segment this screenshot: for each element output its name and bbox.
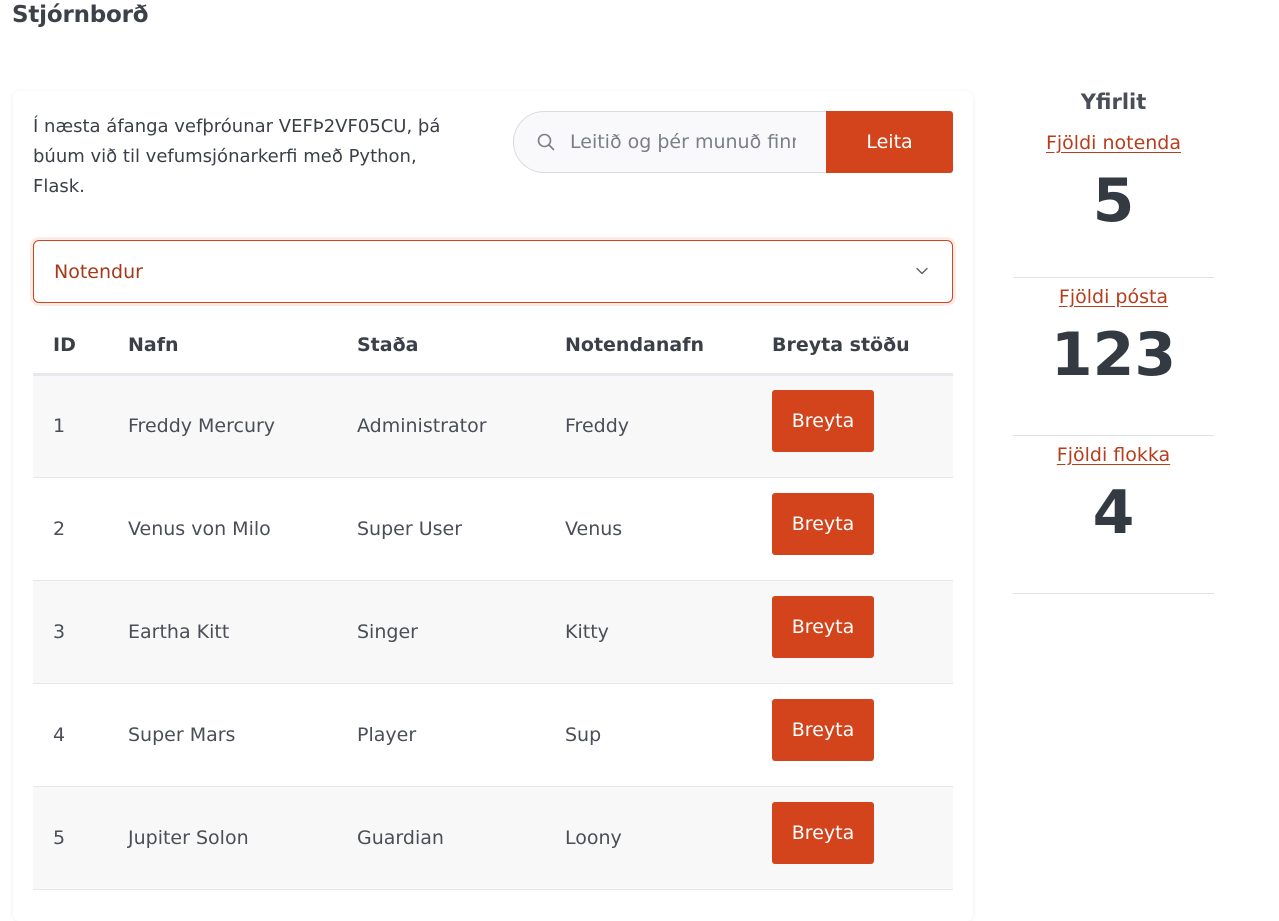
cell-id: 2 bbox=[33, 477, 108, 581]
change-status-button[interactable]: Breyta bbox=[772, 492, 874, 555]
change-status-button[interactable]: Breyta bbox=[772, 595, 874, 658]
cell-action: Breyta bbox=[752, 786, 953, 890]
overview-panel: Yfirlit Fjöldi notenda 5 Fjöldi pósta 12… bbox=[1013, 88, 1214, 594]
stat-categories-value: 4 bbox=[1092, 478, 1135, 548]
cell-status: Super User bbox=[337, 477, 545, 581]
search-icon bbox=[537, 133, 555, 151]
cell-username: Venus bbox=[545, 477, 752, 581]
stat-users-value: 5 bbox=[1092, 166, 1135, 236]
table-header-row: ID Nafn Staða Notendanafn Breyta stöðu bbox=[33, 318, 953, 376]
cell-username: Freddy bbox=[545, 374, 752, 478]
cell-username: Sup bbox=[545, 683, 752, 787]
main-card: Í næsta áfanga vefþróunar VEFÞ2VF05CU, þ… bbox=[13, 91, 973, 921]
users-table: ID Nafn Staða Notendanafn Breyta stöðu 1… bbox=[33, 318, 953, 890]
chevron-down-icon bbox=[916, 267, 928, 275]
change-status-button[interactable]: Breyta bbox=[772, 390, 874, 452]
header-status: Staða bbox=[337, 318, 545, 376]
cell-status: Player bbox=[337, 683, 545, 787]
cell-status: Guardian bbox=[337, 786, 545, 890]
cell-name: Jupiter Solon bbox=[108, 786, 337, 890]
header-id: ID bbox=[33, 318, 108, 376]
search-button[interactable]: Leita bbox=[826, 111, 953, 173]
table-row: 5 Jupiter Solon Guardian Loony Breyta bbox=[33, 786, 953, 890]
cell-action: Breyta bbox=[752, 683, 953, 787]
search-input[interactable] bbox=[568, 130, 798, 154]
cell-name: Eartha Kitt bbox=[108, 580, 337, 684]
stat-posts-value: 123 bbox=[1050, 320, 1177, 390]
overview-title: Yfirlit bbox=[1080, 90, 1147, 114]
table-row: 1 Freddy Mercury Administrator Freddy Br… bbox=[33, 374, 953, 478]
stat-posts-link[interactable]: Fjöldi pósta bbox=[1059, 286, 1168, 308]
cell-id: 3 bbox=[33, 580, 108, 684]
cell-action: Breyta bbox=[752, 580, 953, 684]
cell-name: Venus von Milo bbox=[108, 477, 337, 581]
cell-name: Super Mars bbox=[108, 683, 337, 787]
cell-status: Administrator bbox=[337, 374, 545, 478]
cell-action: Breyta bbox=[752, 477, 953, 581]
table-row: 2 Venus von Milo Super User Venus Breyta bbox=[33, 477, 953, 581]
stat-users: Fjöldi notenda 5 bbox=[1013, 128, 1214, 278]
cell-id: 1 bbox=[33, 374, 108, 478]
change-status-button[interactable]: Breyta bbox=[772, 698, 874, 761]
intro-text: Í næsta áfanga vefþróunar VEFÞ2VF05CU, þ… bbox=[33, 116, 441, 197]
header-username: Notendanafn bbox=[545, 318, 752, 376]
cell-username: Kitty bbox=[545, 580, 752, 684]
content-type-select[interactable]: Notendur bbox=[33, 240, 953, 303]
cell-name: Freddy Mercury bbox=[108, 374, 337, 478]
cell-id: 4 bbox=[33, 683, 108, 787]
select-value: Notendur bbox=[54, 260, 143, 283]
cell-username: Loony bbox=[545, 786, 752, 890]
stat-users-link[interactable]: Fjöldi notenda bbox=[1046, 132, 1181, 154]
cell-status: Singer bbox=[337, 580, 545, 684]
stat-categories-link[interactable]: Fjöldi flokka bbox=[1057, 444, 1170, 466]
stat-categories: Fjöldi flokka 4 bbox=[1013, 436, 1214, 594]
change-status-button[interactable]: Breyta bbox=[772, 801, 874, 864]
header-name: Nafn bbox=[108, 318, 337, 376]
cell-id: 5 bbox=[33, 786, 108, 890]
header-action: Breyta stöðu bbox=[752, 318, 953, 376]
table-row: 4 Super Mars Player Sup Breyta bbox=[33, 683, 953, 787]
search-box[interactable] bbox=[513, 111, 826, 173]
stat-posts: Fjöldi pósta 123 bbox=[1013, 278, 1214, 436]
page-title: Stjórnborð bbox=[12, 2, 149, 28]
table-row: 3 Eartha Kitt Singer Kitty Breyta bbox=[33, 580, 953, 684]
cell-action: Breyta bbox=[752, 374, 953, 478]
search-form: Leita bbox=[513, 111, 953, 173]
